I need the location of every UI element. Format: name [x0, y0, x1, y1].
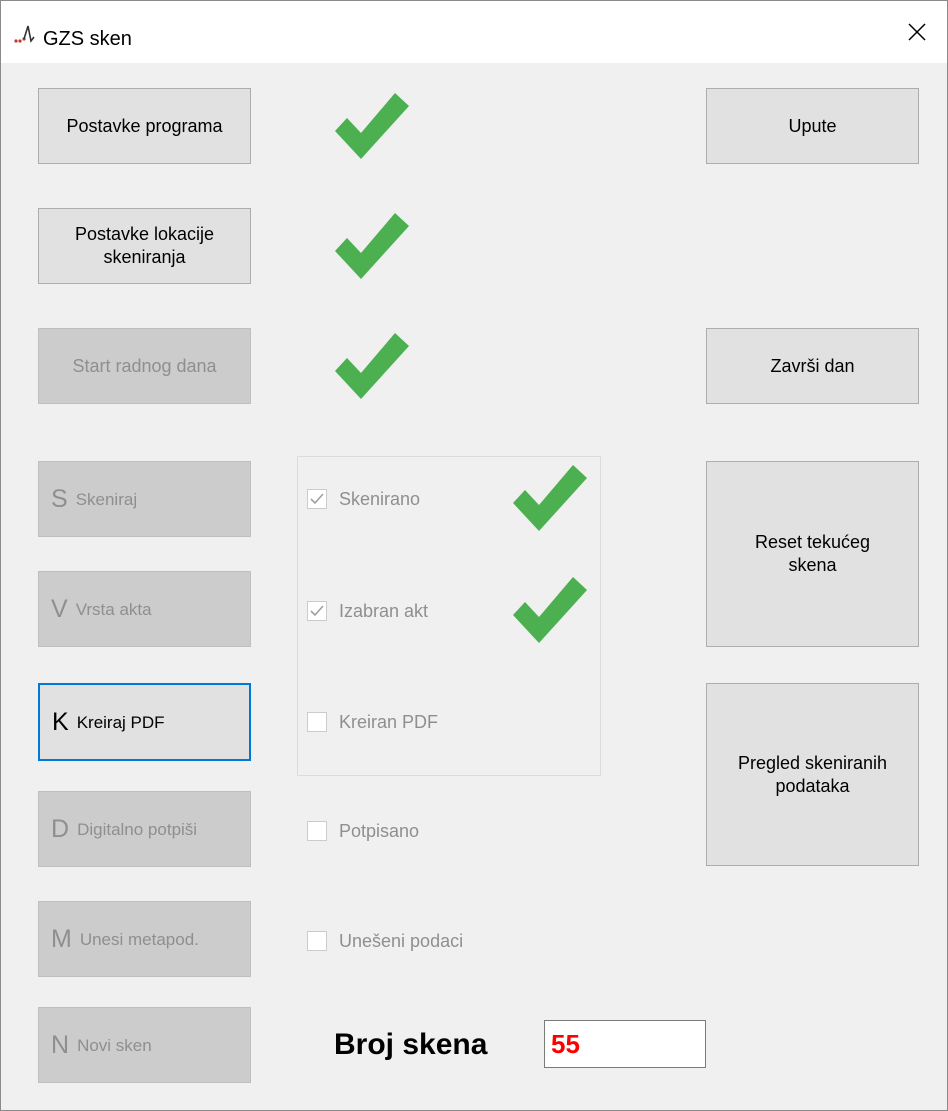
status-scanned-row: Skenirano [307, 486, 420, 512]
status-pdf-created-checkbox[interactable] [307, 712, 327, 732]
step-document-type-key: V [51, 595, 68, 623]
scanned-check-icon [513, 465, 587, 531]
start-workday-check-icon [335, 333, 409, 399]
status-data-entered-checkbox[interactable] [307, 931, 327, 951]
status-signed-checkbox[interactable] [307, 821, 327, 841]
program-settings-check-icon [335, 93, 409, 159]
review-scans-button[interactable]: Pregled skeniranih podataka [706, 683, 919, 866]
checkbox-tick-icon [310, 605, 324, 617]
checkbox-tick-icon [310, 493, 324, 505]
app-logo-icon [14, 25, 35, 43]
start-workday-label: Start radnog dana [72, 355, 217, 376]
step-scan-button[interactable]: S Skeniraj [38, 461, 251, 537]
step-scan-key: S [51, 485, 68, 513]
status-document-selected-row: Izabran akt [307, 598, 428, 624]
reset-scan-button[interactable]: Reset tekućeg skena [706, 461, 919, 647]
document-selected-check-icon [513, 577, 587, 643]
end-day-label: Završi dan [770, 355, 855, 376]
step-scan-label: Skeniraj [75, 489, 138, 509]
step-enter-metadata-label: Unesi metapod. [79, 929, 199, 949]
step-enter-metadata-button[interactable]: M Unesi metapod. [38, 901, 251, 977]
title-bar[interactable]: GZS sken [1, 1, 947, 63]
step-enter-metadata-key: M [51, 925, 72, 953]
step-create-pdf-button[interactable]: K Kreiraj PDF [38, 683, 251, 761]
step-digital-sign-button[interactable]: D Digitalno potpiši [38, 791, 251, 867]
program-settings-label: Postavke programa [66, 115, 223, 136]
status-document-selected-label: Izabran akt [339, 600, 429, 621]
status-document-selected-checkbox[interactable] [307, 601, 327, 621]
scan-location-settings-button[interactable]: Postavke lokacije skeniranja [38, 208, 251, 284]
step-new-scan-label: Novi sken [77, 1035, 152, 1055]
step-new-scan-button[interactable]: N Novi sken [38, 1007, 251, 1083]
close-icon [908, 23, 926, 41]
review-scans-label: Pregled skeniranih podataka [737, 752, 888, 796]
scan-count-field[interactable] [544, 1020, 706, 1068]
scan-location-check-icon [335, 213, 409, 279]
step-new-scan-key: N [51, 1031, 70, 1059]
status-signed-row: Potpisano [307, 818, 419, 844]
status-data-entered-row: Unešeni podaci [307, 928, 463, 954]
step-create-pdf-key: K [52, 708, 69, 736]
step-digital-sign-label: Digitalno potpiši [77, 819, 198, 839]
help-label: Upute [788, 115, 837, 136]
reset-scan-label: Reset tekućeg skena [754, 532, 871, 575]
close-button[interactable] [887, 1, 947, 63]
scan-location-settings-label: Postavke lokacije skeniranja [74, 224, 215, 267]
status-data-entered-label: Unešeni podaci [339, 930, 464, 951]
step-document-type-label: Vrsta akta [75, 599, 152, 619]
status-pdf-created-row: Kreiran PDF [307, 709, 438, 735]
end-day-button[interactable]: Završi dan [706, 328, 919, 404]
status-scanned-label: Skenirano [339, 488, 421, 509]
start-workday-button[interactable]: Start radnog dana [38, 328, 251, 404]
status-scanned-checkbox[interactable] [307, 489, 327, 509]
step-digital-sign-key: D [51, 815, 70, 843]
status-signed-label: Potpisano [339, 820, 420, 841]
main-window: GZS sken Postavke programa Postavke loka… [0, 0, 948, 1111]
window-title: GZS sken [43, 28, 132, 50]
step-document-type-button[interactable]: V Vrsta akta [38, 571, 251, 647]
status-pdf-created-label: Kreiran PDF [339, 711, 439, 732]
step-create-pdf-label: Kreiraj PDF [76, 712, 165, 732]
program-settings-button[interactable]: Postavke programa [38, 88, 251, 164]
scan-count-label: Broj skena [334, 1028, 488, 1061]
help-button[interactable]: Upute [706, 88, 919, 164]
